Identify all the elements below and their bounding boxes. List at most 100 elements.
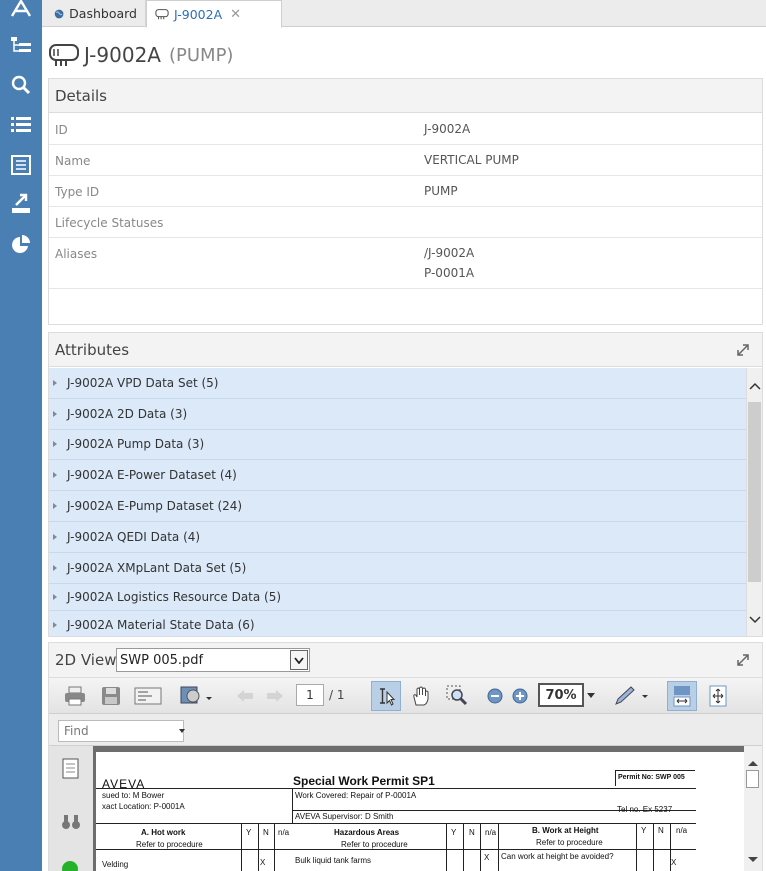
- expand-arrow-icon[interactable]: [53, 593, 57, 600]
- detail-row-type-id: Type ID PUMP: [49, 176, 762, 207]
- viewer-scrollbar[interactable]: [744, 746, 762, 871]
- pie-chart-icon[interactable]: [8, 232, 34, 258]
- scroll-up-icon[interactable]: [749, 382, 761, 390]
- pdf-viewer[interactable]: AVEVA Special Work Permit SP1 Permit No:…: [49, 746, 762, 871]
- pen-tool-icon[interactable]: [612, 685, 650, 707]
- attribute-list: J-9002A VPD Data Set (5) J-9002A 2D Data…: [49, 368, 746, 636]
- expand-arrow-icon[interactable]: [53, 410, 57, 417]
- scroll-down-icon[interactable]: [749, 616, 761, 624]
- email-icon[interactable]: [133, 685, 163, 707]
- attribute-item[interactable]: J-9002A 2D Data (3): [49, 399, 746, 430]
- zoom-in-icon[interactable]: [510, 685, 530, 707]
- close-icon[interactable]: ✕: [230, 7, 241, 22]
- tab-dashboard[interactable]: Dashboard: [46, 0, 146, 27]
- hierarchy-icon[interactable]: [8, 33, 34, 59]
- doc-col-b-y: Y: [451, 828, 457, 837]
- detail-label: Name: [55, 154, 91, 168]
- detail-value: PUMP: [424, 184, 458, 198]
- attribute-item[interactable]: J-9002A E-Pump Dataset (24): [49, 491, 746, 522]
- doc-col-c: B. Work at Height: [532, 826, 599, 835]
- doc-issued-to: sued to: M Bower: [102, 791, 165, 800]
- expand-icon[interactable]: [736, 653, 750, 667]
- expand-icon[interactable]: [736, 343, 750, 357]
- pump-icon: [155, 9, 169, 20]
- attribute-item[interactable]: J-9002A QEDI Data (4): [49, 522, 746, 553]
- expand-arrow-icon[interactable]: [53, 564, 57, 571]
- attribute-item[interactable]: J-9002A Material State Data (6): [49, 611, 746, 636]
- find-bar: Find: [49, 714, 762, 746]
- zoom-level-input[interactable]: 70%: [538, 683, 584, 707]
- hand-icon[interactable]: [409, 685, 433, 707]
- scroll-down-icon[interactable]: [748, 856, 758, 863]
- doc-title: Special Work Permit SP1: [293, 774, 435, 788]
- expand-arrow-icon[interactable]: [53, 622, 57, 629]
- doc-col-b-na: n/a: [485, 828, 497, 837]
- next-page-icon[interactable]: [263, 685, 287, 707]
- attribute-item[interactable]: J-9002A Logistics Resource Data (5): [49, 584, 746, 611]
- attribute-item[interactable]: J-9002A XMpLant Data Set (5): [49, 553, 746, 584]
- select-text-icon[interactable]: [371, 681, 401, 711]
- globe-icon: [54, 9, 64, 18]
- export-icon[interactable]: [8, 191, 34, 217]
- doc-tel: Tel no. Ex 5237: [617, 805, 673, 814]
- page-number-input[interactable]: 1: [296, 684, 324, 706]
- find-options-icon[interactable]: [179, 729, 185, 733]
- attribute-scrollbar[interactable]: [746, 368, 762, 636]
- tab-label: Dashboard: [69, 6, 137, 21]
- detail-label: ID: [55, 123, 68, 137]
- asset-title: J-9002A: [84, 43, 161, 67]
- attribute-item[interactable]: J-9002A Pump Data (3): [49, 430, 746, 461]
- detail-row-lifecycle: Lifecycle Statuses: [49, 207, 762, 238]
- save-icon[interactable]: [99, 685, 123, 707]
- expand-arrow-icon[interactable]: [53, 441, 57, 448]
- binoculars-icon[interactable]: [61, 812, 81, 832]
- doc-location: xact Location: P-0001A: [102, 802, 185, 811]
- marquee-zoom-icon[interactable]: [445, 685, 469, 707]
- report-icon[interactable]: [8, 152, 34, 178]
- expand-arrow-icon[interactable]: [53, 472, 57, 479]
- zoom-out-icon[interactable]: [485, 685, 505, 707]
- attribute-item[interactable]: J-9002A VPD Data Set (5): [49, 368, 746, 399]
- detail-row-id: ID J-9002A: [49, 114, 762, 145]
- previous-page-icon[interactable]: [233, 685, 257, 707]
- detail-label: Type ID: [55, 185, 100, 199]
- doc-row1-a: Velding: [102, 860, 129, 869]
- signature-icon[interactable]: [61, 860, 79, 871]
- aveva-logo-icon[interactable]: [8, 0, 34, 22]
- properties-icon[interactable]: [179, 685, 213, 707]
- doc-row1-c: Can work at height be avoided?: [501, 852, 614, 861]
- detail-value: VERTICAL PUMP: [424, 153, 519, 167]
- expand-arrow-icon[interactable]: [53, 503, 57, 510]
- scrollbar-thumb[interactable]: [746, 770, 759, 788]
- fit-page-icon[interactable]: [706, 685, 730, 707]
- pages-icon[interactable]: [62, 758, 80, 780]
- zoom-dropdown-icon[interactable]: [585, 685, 597, 707]
- 2d-view-heading: 2D View SWP 005.pdf: [49, 643, 762, 678]
- print-icon[interactable]: [63, 685, 87, 707]
- detail-row-aliases: Aliases /J-9002A P-0001A: [49, 238, 762, 289]
- doc-col-a-y: Y: [246, 828, 252, 837]
- fit-width-icon[interactable]: [667, 681, 697, 711]
- attribute-item[interactable]: J-9002A E-Power Dataset (4): [49, 460, 746, 492]
- expand-arrow-icon[interactable]: [53, 533, 57, 540]
- doc-row1-b: Bulk liquid tank farms: [295, 856, 372, 865]
- find-input[interactable]: Find: [58, 720, 184, 742]
- doc-row1-a-mark: X: [260, 858, 266, 867]
- expand-arrow-icon[interactable]: [53, 379, 57, 386]
- detail-value: P-0001A: [424, 266, 475, 280]
- search-icon[interactable]: [8, 72, 34, 98]
- tab-j-9002a[interactable]: J-9002A ✕: [146, 0, 282, 28]
- detail-label: Aliases: [55, 247, 98, 261]
- file-select[interactable]: SWP 005.pdf: [116, 648, 310, 672]
- chevron-down-icon[interactable]: [290, 650, 308, 670]
- scrollbar-thumb[interactable]: [748, 402, 761, 582]
- attributes-heading: Attributes: [49, 333, 762, 367]
- doc-permit-no: Permit No: SWP 005: [618, 774, 685, 781]
- list-icon[interactable]: [8, 112, 34, 138]
- asset-type: (PUMP): [168, 44, 234, 66]
- viewer-sidebar: [49, 746, 93, 871]
- detail-value: J-9002A: [424, 122, 471, 136]
- tab-bar: Dashboard J-9002A ✕: [42, 0, 766, 28]
- doc-col-c-na: n/a: [676, 826, 688, 835]
- scroll-up-icon[interactable]: [748, 760, 758, 767]
